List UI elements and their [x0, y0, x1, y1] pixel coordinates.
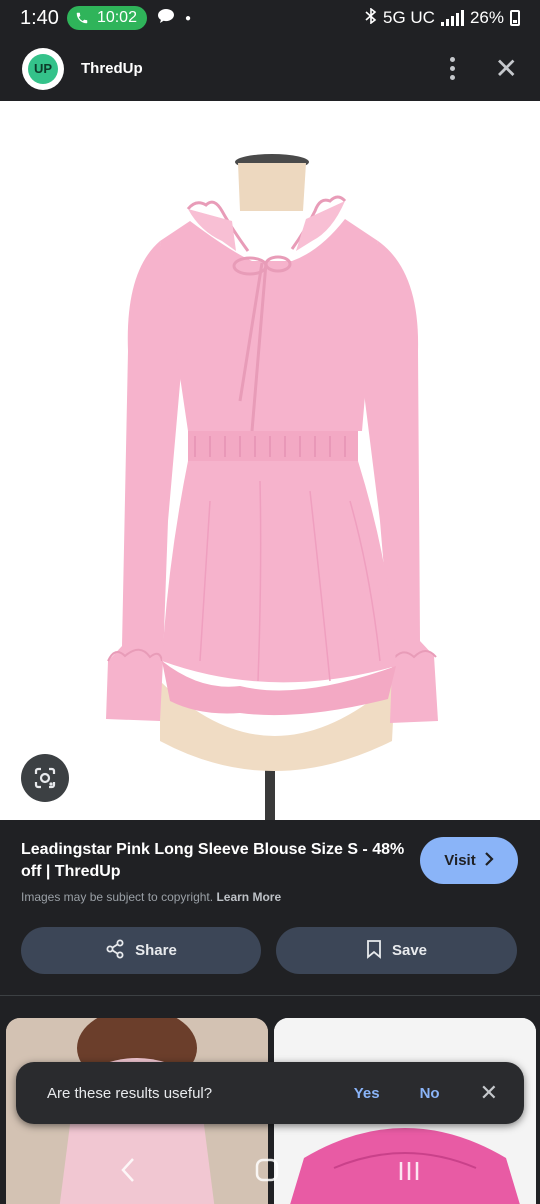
- battery-level: 26%: [469, 8, 504, 27]
- visit-label: Visit: [444, 852, 476, 869]
- divider: [0, 995, 540, 996]
- status-bar: 1:40 10:02 ● 5G UC 26%: [0, 0, 540, 36]
- phone-icon: [73, 9, 91, 27]
- signal-icon: [440, 10, 464, 26]
- feedback-question: Are these results useful?: [47, 1084, 213, 1102]
- share-button[interactable]: Share: [21, 927, 261, 974]
- feedback-yes-button[interactable]: Yes: [354, 1085, 380, 1102]
- result-info-panel: Leadingstar Pink Long Sleeve Blouse Size…: [0, 820, 540, 998]
- save-label: Save: [391, 942, 428, 959]
- status-time: 1:40: [20, 6, 59, 29]
- bookmark-icon: [366, 939, 382, 963]
- home-icon[interactable]: [255, 1158, 279, 1189]
- call-timer-pill[interactable]: 10:02: [66, 6, 147, 30]
- copyright-text: Images may be subject to copyright.: [21, 890, 214, 904]
- feedback-snackbar: Are these results useful? Yes No ✕: [16, 1062, 524, 1124]
- system-nav-bar: [0, 1142, 540, 1204]
- close-icon[interactable]: ✕: [495, 54, 518, 83]
- learn-more-link[interactable]: Learn More: [216, 890, 281, 904]
- save-button[interactable]: Save: [276, 927, 517, 974]
- more-options-icon[interactable]: [449, 57, 455, 80]
- logo-mark: UP: [28, 53, 58, 84]
- recent-apps-icon[interactable]: [398, 1158, 420, 1189]
- lens-icon: [34, 767, 56, 789]
- status-right: 5G UC 26%: [365, 6, 520, 29]
- site-name[interactable]: ThredUp: [81, 60, 143, 77]
- product-title[interactable]: Leadingstar Pink Long Sleeve Blouse Size…: [21, 839, 406, 883]
- visit-button[interactable]: Visit: [420, 837, 518, 884]
- back-icon[interactable]: [120, 1157, 136, 1190]
- bluetooth-icon: [365, 6, 377, 29]
- network-label: 5G UC: [383, 8, 435, 27]
- share-label: Share: [135, 942, 177, 959]
- call-timer: 10:02: [96, 9, 137, 26]
- site-logo[interactable]: UP: [22, 47, 64, 90]
- battery-icon: [510, 10, 520, 26]
- product-image[interactable]: [0, 101, 540, 820]
- google-lens-button[interactable]: [21, 754, 69, 802]
- feedback-no-button[interactable]: No: [420, 1085, 440, 1102]
- header: UP ThredUp ✕: [0, 36, 540, 101]
- chevron-right-icon: [484, 851, 494, 870]
- blouse-illustration: [106, 154, 438, 820]
- close-icon[interactable]: ✕: [480, 1082, 498, 1104]
- share-icon: [105, 939, 125, 963]
- copyright-notice: Images may be subject to copyright. Lear…: [21, 890, 281, 904]
- chat-bubble-icon: [157, 8, 175, 29]
- notification-dot-icon: ●: [184, 12, 192, 24]
